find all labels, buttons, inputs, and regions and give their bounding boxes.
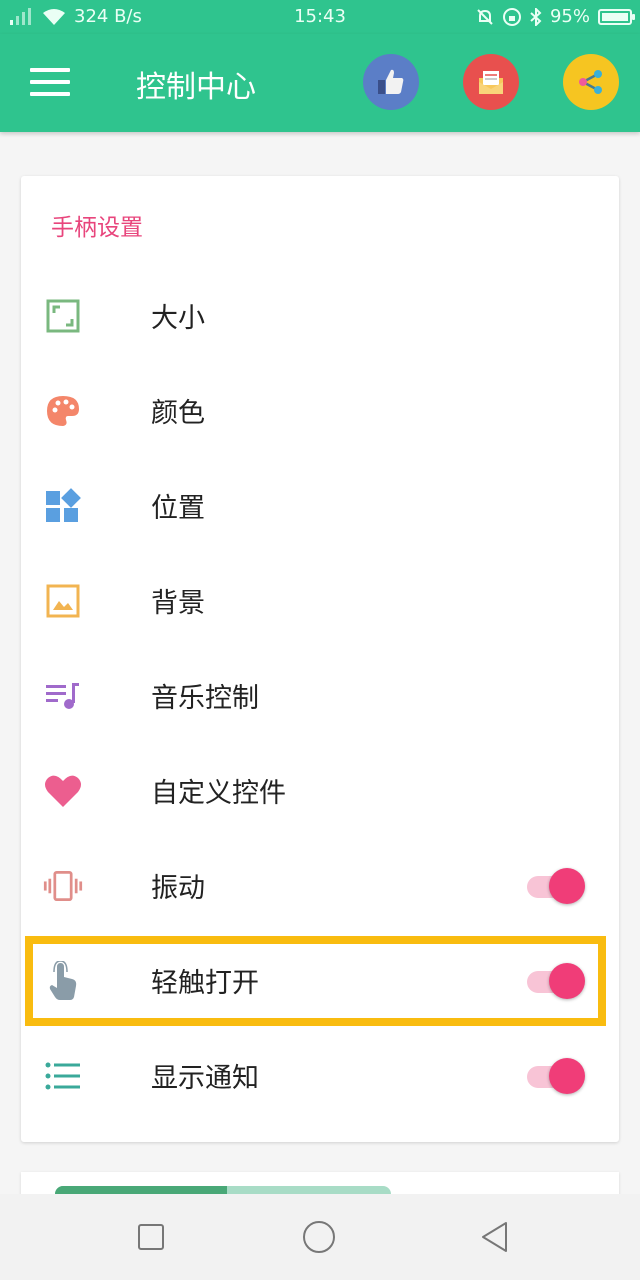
battery-percent: 95% [549, 6, 590, 27]
settings-item-label: 振动 [151, 873, 205, 904]
resize-icon [43, 296, 83, 336]
settings-item-label: 位置 [151, 493, 205, 524]
settings-item-custom-controls[interactable]: 自定义控件 [21, 743, 619, 838]
image-icon [43, 581, 83, 621]
page-title: 控制中心 [136, 70, 256, 105]
share-button[interactable] [563, 54, 619, 110]
status-bar: 324 B/s 15:43 95% [0, 0, 640, 34]
settings-item-label: 颜色 [151, 398, 205, 429]
settings-item-color[interactable]: 颜色 [21, 363, 619, 458]
vibrate-icon [43, 866, 83, 906]
recents-button[interactable] [138, 1224, 164, 1250]
heart-icon [43, 771, 83, 811]
settings-item-label: 显示通知 [151, 1063, 259, 1094]
mail-icon [479, 71, 503, 94]
app-bar: 控制中心 [0, 34, 640, 132]
settings-item-show-notification[interactable]: 显示通知 [21, 1028, 619, 1123]
settings-item-label: 背景 [151, 588, 205, 619]
system-nav-bar [0, 1194, 640, 1280]
settings-item-music-control[interactable]: 音乐控制 [21, 648, 619, 743]
home-button[interactable] [303, 1221, 335, 1253]
settings-item-label: 大小 [151, 303, 205, 334]
section-title: 手柄设置 [51, 215, 143, 241]
menu-icon [30, 68, 70, 72]
settings-item-label: 音乐控制 [151, 683, 259, 714]
settings-item-vibrate[interactable]: 振动 [21, 838, 619, 933]
thumbs-up-icon [378, 69, 404, 94]
like-button[interactable] [363, 54, 419, 110]
share-icon [579, 70, 602, 94]
menu-button[interactable] [30, 68, 70, 98]
widgets-icon [43, 486, 83, 526]
battery-icon [598, 8, 635, 25]
bluetooth-icon [530, 7, 542, 26]
show-notification-toggle[interactable] [527, 1058, 585, 1094]
highlight-box [25, 936, 606, 1026]
settings-item-label: 自定义控件 [151, 778, 286, 809]
back-icon [482, 1222, 507, 1252]
settings-item-position[interactable]: 位置 [21, 458, 619, 553]
back-button[interactable] [480, 1221, 516, 1257]
music-list-icon [43, 676, 83, 716]
palette-icon [43, 391, 83, 431]
status-right: 95% [476, 6, 635, 27]
settings-item-background[interactable]: 背景 [21, 553, 619, 648]
list-icon [43, 1056, 83, 1096]
mute-icon [477, 8, 493, 25]
vibrate-toggle[interactable] [527, 868, 585, 904]
lock-rotation-icon [502, 7, 521, 26]
settings-item-size[interactable]: 大小 [21, 268, 619, 363]
mail-button[interactable] [463, 54, 519, 110]
